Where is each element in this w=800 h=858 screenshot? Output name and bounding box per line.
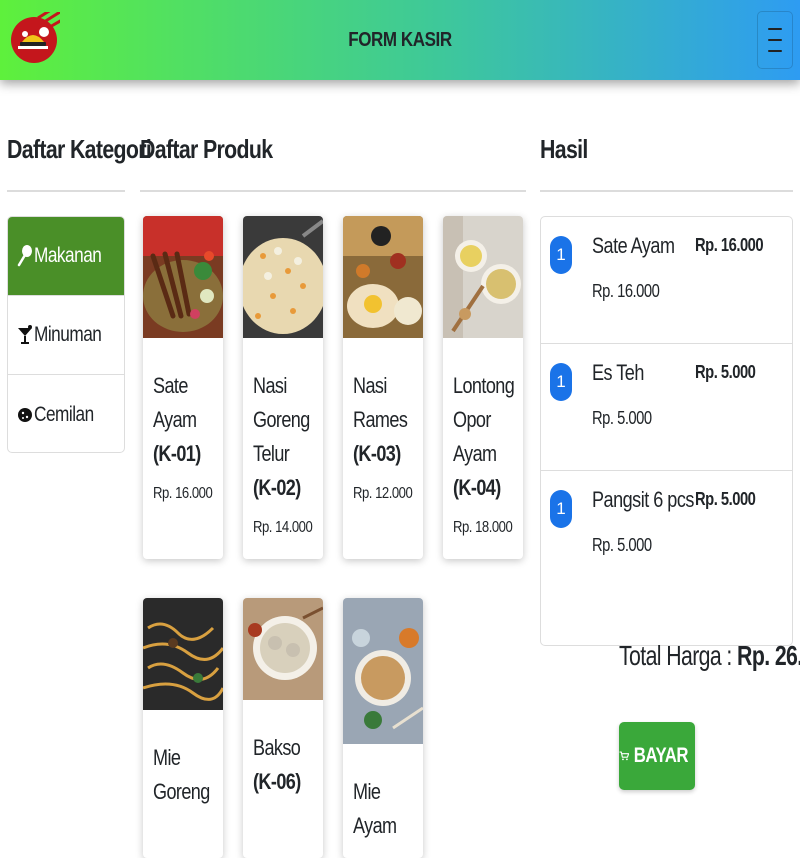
product-price: Rp. 12.000 bbox=[353, 485, 413, 502]
category-label: Makanan bbox=[34, 244, 102, 267]
result-divider bbox=[540, 190, 793, 192]
cookie-icon bbox=[18, 407, 32, 422]
total-price: Total Harga : Rp. 26.000 bbox=[619, 640, 800, 672]
product-name: Mie Ayam bbox=[353, 779, 397, 838]
pay-button-label: BAYAR bbox=[633, 744, 689, 767]
product-price: Rp. 16.000 bbox=[153, 485, 213, 502]
food-logo-icon[interactable] bbox=[8, 12, 60, 64]
drumstick-icon bbox=[17, 245, 32, 267]
hamburger-icon[interactable] bbox=[757, 11, 793, 69]
quantity-badge: 1 bbox=[550, 363, 572, 401]
result-item-unit-price: Rp. 16.000 bbox=[592, 281, 660, 301]
product-name: Nasi Goreng Telur bbox=[253, 373, 310, 466]
product-image bbox=[443, 216, 523, 338]
result-item-total: Rp. 16.000 bbox=[695, 235, 764, 255]
result-item-unit-price: Rp. 5.000 bbox=[592, 408, 652, 428]
product-code: (K-01) bbox=[153, 441, 201, 466]
result-item-total: Rp. 5.000 bbox=[695, 362, 756, 382]
product-card-k01[interactable]: Sate Ayam (K-01) Rp. 16.000 bbox=[143, 216, 223, 559]
category-item-makanan[interactable]: Makanan bbox=[8, 217, 124, 296]
product-image bbox=[343, 216, 423, 338]
quantity-badge: 1 bbox=[550, 236, 572, 274]
product-name: Bakso bbox=[253, 735, 301, 760]
result-item-name: Sate Ayam bbox=[592, 233, 675, 258]
category-list: Makanan Minuman Cemilan bbox=[7, 216, 125, 453]
result-item-total: Rp. 5.000 bbox=[695, 489, 756, 509]
pay-button[interactable]: BAYAR bbox=[619, 722, 695, 790]
product-card-k05[interactable]: Mie Goreng bbox=[143, 598, 223, 858]
product-name: Nasi Rames bbox=[353, 373, 408, 432]
products-heading: Daftar Produk bbox=[140, 134, 273, 164]
result-item[interactable]: 1 Pangsit 6 pcs Rp. 5.000 Rp. 5.000 bbox=[541, 471, 792, 598]
total-value: Rp. 26.000 bbox=[737, 640, 800, 671]
product-card-k03[interactable]: Nasi Rames (K-03) Rp. 12.000 bbox=[343, 216, 423, 559]
product-image bbox=[143, 216, 223, 338]
categories-heading: Daftar Kategori bbox=[7, 134, 152, 164]
product-card-k02[interactable]: Nasi Goreng Telur (K-02) Rp. 14.000 bbox=[243, 216, 323, 559]
product-code: (K-02) bbox=[253, 475, 301, 500]
category-label: Cemilan bbox=[34, 402, 94, 426]
product-image bbox=[243, 216, 323, 338]
result-item-unit-price: Rp. 5.000 bbox=[592, 535, 652, 555]
product-image bbox=[343, 598, 423, 744]
product-code: (K-03) bbox=[353, 441, 401, 466]
total-label: Total Harga : bbox=[619, 640, 732, 671]
product-name: Mie Goreng bbox=[153, 745, 210, 804]
result-heading: Hasil bbox=[540, 134, 588, 164]
product-code: (K-04) bbox=[453, 475, 501, 500]
product-name: Sate Ayam bbox=[153, 373, 197, 432]
categories-divider bbox=[7, 190, 125, 192]
product-name: Lontong Opor Ayam bbox=[453, 373, 515, 466]
result-item-name: Es Teh bbox=[592, 360, 644, 385]
result-item[interactable]: 1 Sate Ayam Rp. 16.000 Rp. 16.000 bbox=[541, 217, 792, 344]
product-image bbox=[143, 598, 223, 710]
cart-icon bbox=[619, 751, 630, 761]
product-price: Rp. 18.000 bbox=[453, 519, 513, 536]
cocktail-icon bbox=[18, 325, 32, 344]
product-card-k07[interactable]: Mie Ayam bbox=[343, 598, 423, 858]
products-divider bbox=[140, 190, 526, 192]
page-title: FORM KASIR bbox=[348, 29, 452, 51]
product-price: Rp. 14.000 bbox=[253, 519, 313, 536]
category-label: Minuman bbox=[34, 323, 102, 346]
product-card-k04[interactable]: Lontong Opor Ayam (K-04) Rp. 18.000 bbox=[443, 216, 523, 559]
product-image bbox=[243, 598, 323, 700]
product-card-k06[interactable]: Bakso (K-06) bbox=[243, 598, 323, 858]
navbar: FORM KASIR bbox=[0, 0, 800, 80]
result-item-name: Pangsit 6 pcs bbox=[592, 487, 694, 512]
category-item-minuman[interactable]: Minuman bbox=[8, 296, 124, 375]
quantity-badge: 1 bbox=[550, 490, 572, 528]
product-code: (K-06) bbox=[253, 769, 301, 794]
category-item-cemilan[interactable]: Cemilan bbox=[8, 375, 124, 452]
result-item[interactable]: 1 Es Teh Rp. 5.000 Rp. 5.000 bbox=[541, 344, 792, 471]
result-list: 1 Sate Ayam Rp. 16.000 Rp. 16.000 1 Es T… bbox=[540, 216, 793, 646]
